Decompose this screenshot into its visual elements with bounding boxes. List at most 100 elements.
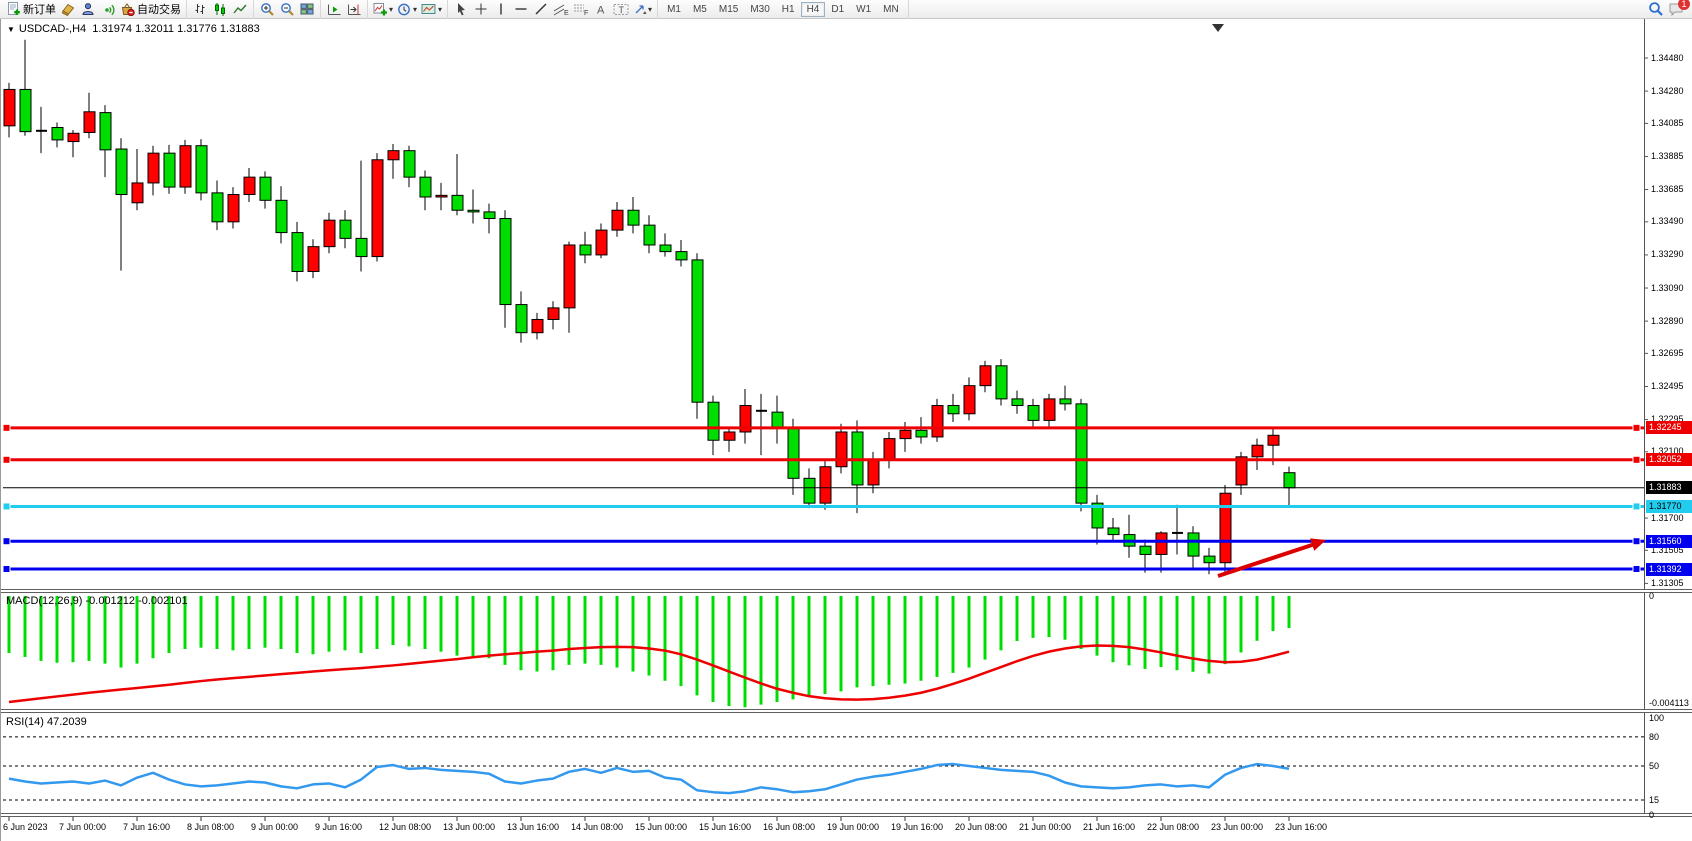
chart-symbol: USDCAD-,H4 <box>19 23 86 35</box>
macd-indicator-label: MACD(12,26,9) -0.001212 -0.002101 <box>6 595 188 607</box>
candle <box>1140 546 1151 554</box>
line-handle[interactable] <box>1633 456 1640 463</box>
date-label: 20 Jun 08:00 <box>955 822 1007 832</box>
zoom-out-icon <box>280 2 295 17</box>
zoom-in-button[interactable] <box>257 1 277 18</box>
candle <box>1188 533 1199 556</box>
text-button[interactable]: A <box>591 1 611 18</box>
candle <box>804 478 815 503</box>
zoom-out-button[interactable] <box>277 1 297 18</box>
collapse-arrow-icon[interactable]: ▼ <box>7 25 15 34</box>
date-label: 21 Jun 16:00 <box>1083 822 1135 832</box>
line-handle[interactable] <box>3 566 10 573</box>
line-chart-button[interactable] <box>230 1 250 18</box>
line-handle[interactable] <box>3 456 10 463</box>
timeframe-m5-button[interactable]: M5 <box>687 2 713 17</box>
search-button[interactable] <box>1646 1 1666 18</box>
date-label: 12 Jun 08:00 <box>379 822 431 832</box>
vline-button[interactable] <box>491 1 511 18</box>
line-handle[interactable] <box>1633 538 1640 545</box>
templates-dropdown[interactable]: ▾ <box>419 1 444 18</box>
periods-dropdown[interactable]: ▾ <box>395 1 419 18</box>
candles-chart-button[interactable] <box>210 1 230 18</box>
equidistant-channel-icon: E <box>553 2 569 16</box>
bars-chart-button[interactable] <box>190 1 210 18</box>
chart-shift-icon <box>347 2 362 16</box>
label-button[interactable]: T <box>611 1 631 18</box>
candle <box>932 406 943 437</box>
tile-windows-button[interactable] <box>297 1 317 18</box>
timeframe-m15-button[interactable]: M15 <box>713 2 744 17</box>
candle <box>500 219 511 305</box>
timeframe-mn-button[interactable]: MN <box>877 2 905 17</box>
date-label: 14 Jun 08:00 <box>571 822 623 832</box>
pane-splitter-rsi[interactable] <box>1 709 1692 713</box>
price-tick-label: 1.33885 <box>1651 151 1684 161</box>
line-handle[interactable] <box>1633 424 1640 431</box>
candle <box>564 245 575 308</box>
candle <box>1108 528 1119 535</box>
candle <box>820 467 831 503</box>
main-toolbar: 新订单 自动交易 <box>0 0 1692 19</box>
hline-button[interactable] <box>511 1 531 18</box>
cursor-arrow-icon <box>454 2 468 17</box>
line-handle[interactable] <box>3 538 10 545</box>
styler-button[interactable] <box>58 1 78 18</box>
cursor-button[interactable] <box>451 1 471 18</box>
price-tag-1.32245: 1.32245 <box>1646 421 1692 434</box>
candle <box>580 245 591 255</box>
candle <box>388 151 399 160</box>
timeframe-d1-button[interactable]: D1 <box>825 2 850 17</box>
price-tick-label: 1.33290 <box>1651 249 1684 259</box>
indicators-dropdown[interactable]: ▾ <box>371 1 395 18</box>
candle <box>164 153 175 187</box>
line-handle[interactable] <box>1633 503 1640 510</box>
new-order-button[interactable]: 新订单 <box>5 1 58 18</box>
notifications-button[interactable]: 1 <box>1666 1 1686 18</box>
autotrade-button[interactable]: 自动交易 <box>118 1 183 18</box>
candle <box>548 308 559 320</box>
line-handle[interactable] <box>3 424 10 431</box>
price-tick-label: 1.34480 <box>1651 53 1684 63</box>
chart-shift-button[interactable] <box>344 1 364 18</box>
timeframe-h1-button[interactable]: H1 <box>776 2 801 17</box>
price-tag-1.31560: 1.31560 <box>1646 535 1692 548</box>
autoscroll-button[interactable] <box>324 1 344 18</box>
chevron-down-icon: ▾ <box>438 5 442 14</box>
pane-splitter-axis[interactable] <box>1 813 1692 817</box>
date-label: 15 Jun 00:00 <box>635 822 687 832</box>
candle <box>276 200 287 232</box>
candle <box>180 146 191 187</box>
line-handle[interactable] <box>1633 566 1640 573</box>
line-handle[interactable] <box>3 503 10 510</box>
date-label: 6 Jun 2023 <box>3 822 48 832</box>
candle <box>1268 435 1279 445</box>
candle <box>468 210 479 212</box>
candle <box>868 460 879 485</box>
candle <box>324 220 335 246</box>
candle <box>212 193 223 222</box>
timeframe-m1-button[interactable]: M1 <box>661 2 687 17</box>
indicators-icon <box>373 2 388 16</box>
signals-button[interactable] <box>98 1 118 18</box>
timeframe-h4-button[interactable]: H4 <box>801 2 826 17</box>
chart-canvas[interactable] <box>1 19 1692 841</box>
arrow-objects-icon <box>633 2 647 16</box>
price-tick-label: 1.34085 <box>1651 118 1684 128</box>
chart-window[interactable]: ▼USDCAD-,H4 1.31974 1.32011 1.31776 1.31… <box>0 19 1692 841</box>
fibonacci-button[interactable]: F <box>571 1 591 18</box>
pane-splitter-macd[interactable] <box>1 589 1692 593</box>
rsi-indicator-label: RSI(14) 47.2039 <box>6 716 87 728</box>
candle <box>452 195 463 210</box>
trendline-button[interactable] <box>531 1 551 18</box>
candle <box>1220 493 1231 563</box>
channel-button[interactable]: E <box>551 1 571 18</box>
timeframe-w1-button[interactable]: W1 <box>850 2 877 17</box>
template-icon <box>421 2 437 16</box>
timeframe-m30-button[interactable]: M30 <box>744 2 775 17</box>
arrows-dropdown[interactable]: ▾ <box>631 1 654 18</box>
zoom-in-icon <box>260 2 275 17</box>
community-button[interactable] <box>78 1 98 18</box>
price-tick-label: 1.33685 <box>1651 184 1684 194</box>
crosshair-button[interactable] <box>471 1 491 18</box>
